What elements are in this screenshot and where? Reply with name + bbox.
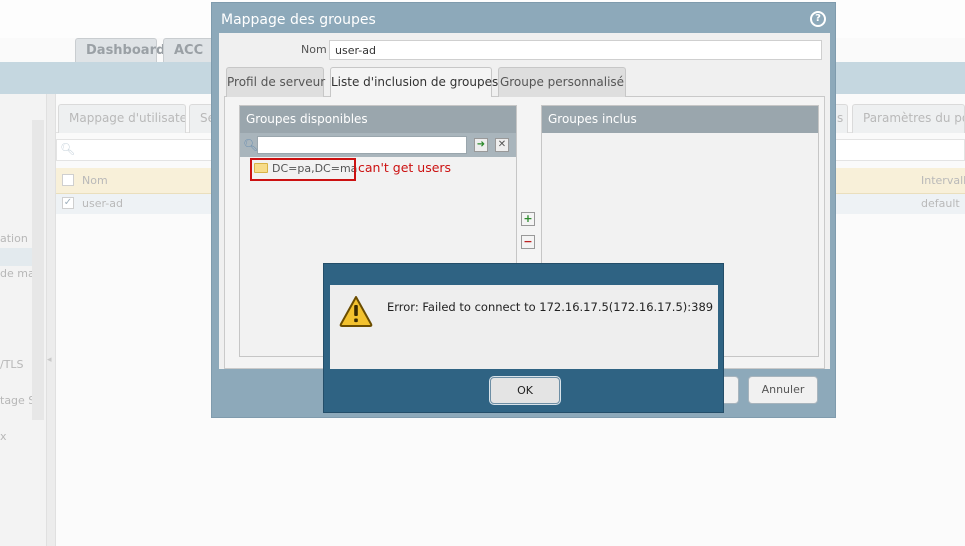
row-name[interactable]: user-ad [82,197,123,210]
apply-filter-button[interactable]: ➜ [474,138,488,152]
row-interval: default [921,197,960,210]
name-field[interactable] [329,40,822,60]
tab-group-include-list[interactable]: Liste d'inclusion de groupes [330,67,498,98]
splitter-grip-icon: ◂ [47,355,52,365]
remove-group-button[interactable]: − [521,235,535,249]
clear-filter-button[interactable]: ✕ [495,138,509,152]
sidebar-selected-highlight [0,248,32,266]
tab-partial[interactable]: Se [189,104,213,133]
group-search-input[interactable] [257,136,467,154]
tab-dashboard[interactable]: Dashboard [75,38,165,62]
error-dialog: Error: Failed to connect to 172.16.17.5(… [323,263,724,413]
error-body: Error: Failed to connect to 172.16.17.5(… [330,285,718,369]
dialog-tabs: Profil de serveur Liste d'inclusion de g… [224,67,825,98]
sidebar-item[interactable]: x [0,430,7,443]
panel-splitter[interactable] [46,94,56,546]
sidebar-item[interactable]: /TLS [0,358,24,371]
sidebar-item[interactable]: tage S [0,394,35,407]
dialog-title: Mappage des groupes [221,12,376,28]
search-icon: 🔍︎ [60,142,76,156]
tab-custom-group[interactable]: Groupe personnalisé [498,67,626,97]
included-groups-header: Groupes inclus [542,106,818,133]
sidebar-scrollbar[interactable] [32,120,44,420]
main-nav-tabs: Dashboard ACC [75,38,229,62]
cancel-button[interactable]: Annuler [748,376,818,404]
error-message: Error: Failed to connect to 172.16.17.5(… [387,300,714,314]
available-groups-toolbar: 🔍︎ ➜ ✕ [240,133,516,157]
highlight-annotation-box [250,158,356,181]
column-header-interval[interactable]: Intervalle [921,174,965,187]
search-icon: 🔍︎ [243,138,259,152]
column-header-name[interactable]: Nom [82,174,108,187]
select-all-checkbox[interactable] [62,174,74,186]
add-group-button[interactable]: + [521,212,535,226]
tab-user-mapping[interactable]: Mappage d'utilisateur [58,104,186,133]
available-groups-header: Groupes disponibles [240,106,516,133]
row-checkbox[interactable]: ✓ [62,197,74,209]
error-ok-button[interactable]: OK [490,377,560,404]
name-label: Nom [301,43,327,56]
tab-portal-settings[interactable]: Paramètres du portail [852,104,965,133]
help-icon[interactable]: ? [810,11,826,27]
tab-server-profile[interactable]: Profil de serveur [226,67,325,97]
sidebar-item[interactable]: ation [0,232,28,245]
warning-icon [339,296,373,327]
annotation-text: can't get users [358,160,452,175]
sidebar-item[interactable]: de ma [0,267,35,280]
